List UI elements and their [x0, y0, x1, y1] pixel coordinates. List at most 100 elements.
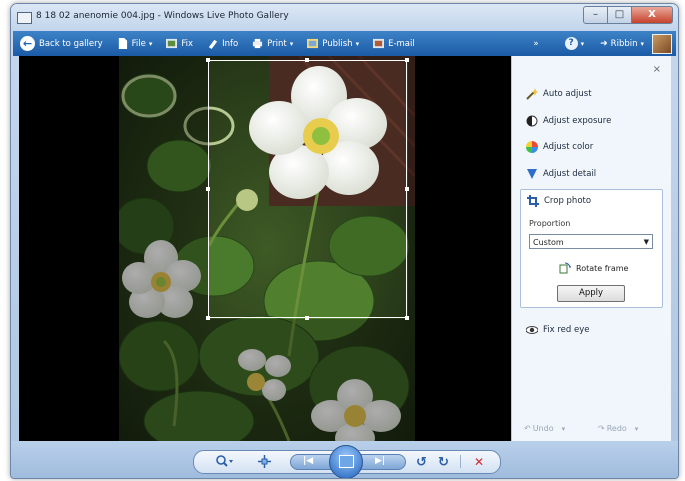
back-to-gallery-label: Back to gallery: [39, 38, 103, 49]
back-arrow-icon: ←: [20, 36, 35, 51]
rotate-clockwise-icon[interactable]: ↻: [438, 455, 449, 470]
adjust-exposure-button[interactable]: Adjust exposure: [526, 115, 611, 127]
auto-adjust-button[interactable]: Auto adjust: [526, 88, 592, 100]
crop-icon: [527, 195, 539, 207]
adjust-color-label: Adjust color: [543, 142, 594, 152]
app-icon: [17, 12, 32, 24]
delete-icon[interactable]: ✕: [474, 455, 484, 469]
publish-menu-label: Publish: [322, 38, 353, 49]
slideshow-icon: [339, 455, 354, 468]
undo-chevron-icon[interactable]: ▾: [562, 425, 566, 433]
exposure-icon: [526, 115, 538, 127]
info-icon: [208, 39, 218, 49]
sign-in-chevron-icon: ▾: [640, 39, 644, 48]
eye-icon: [526, 326, 538, 334]
close-button[interactable]: X: [631, 6, 673, 24]
file-menu[interactable]: File ▾: [117, 38, 153, 49]
apply-button[interactable]: Apply: [557, 285, 625, 302]
crop-photo-label: Crop photo: [544, 196, 592, 206]
crop-handle-left[interactable]: [206, 187, 210, 191]
adjust-color-button[interactable]: Adjust color: [526, 141, 593, 153]
playback-controls: |◀ ▶| ↺ ↻ ✕: [193, 445, 501, 478]
magic-wand-icon: [526, 88, 538, 100]
minimize-button[interactable]: –: [583, 6, 608, 24]
auto-adjust-label: Auto adjust: [543, 89, 592, 99]
toolbar-right-group: » ? ▾ ➜ Ribbin ▾: [525, 33, 676, 54]
crop-handle-top-right[interactable]: [405, 58, 409, 62]
redo-button[interactable]: ↷ Redo ▾: [598, 424, 638, 433]
main-toolbar: ← Back to gallery File ▾ Fix Info Print …: [13, 31, 676, 56]
fix-label: Fix: [181, 38, 194, 49]
next-icon[interactable]: ▶|: [375, 456, 385, 466]
help-menu[interactable]: ? ▾: [564, 37, 585, 50]
proportion-label: Proportion: [529, 219, 571, 228]
email-label: E-mail: [388, 38, 415, 49]
previous-icon[interactable]: |◀: [303, 456, 313, 466]
proportion-value: Custom: [533, 238, 564, 247]
redo-icon: ↷: [598, 424, 605, 433]
crop-frame[interactable]: [208, 60, 407, 318]
photo-canvas: [19, 56, 511, 441]
actual-size-icon[interactable]: [258, 455, 271, 471]
magnifier-icon[interactable]: [216, 455, 234, 471]
back-to-gallery-button[interactable]: ← Back to gallery: [20, 36, 103, 51]
detail-triangle-icon: [527, 169, 537, 179]
publish-menu-chevron-icon: ▾: [355, 39, 360, 48]
crop-photo-section: Crop photo Proportion Custom ▼ Rotate fr…: [520, 189, 663, 308]
crop-handle-bottom-right[interactable]: [405, 316, 409, 320]
email-icon: [373, 38, 385, 49]
chevron-down-icon: ▼: [643, 238, 649, 246]
photo-gallery-window: 8 18 02 anenomie 004.jpg - Windows Live …: [10, 3, 679, 479]
user-icon: ➜: [600, 38, 608, 49]
panel-close-button[interactable]: ×: [653, 64, 661, 75]
file-menu-label: File: [131, 38, 146, 49]
undo-label: Undo: [532, 424, 554, 433]
crop-handle-top-left[interactable]: [206, 58, 210, 62]
crop-handle-bottom[interactable]: [305, 316, 309, 320]
print-menu-label: Print: [267, 38, 287, 49]
rotate-counterclockwise-icon[interactable]: ↺: [416, 455, 427, 470]
publish-icon: [307, 38, 319, 49]
info-label: Info: [222, 38, 239, 49]
fix-button[interactable]: Fix: [166, 38, 193, 49]
photo-image: [119, 56, 415, 441]
crop-handle-top[interactable]: [305, 58, 309, 62]
avatar[interactable]: [652, 33, 672, 54]
undo-button[interactable]: ↶ Undo ▾: [524, 424, 565, 433]
info-button[interactable]: Info: [207, 38, 238, 49]
redo-chevron-icon[interactable]: ▾: [635, 425, 639, 433]
email-button[interactable]: E-mail: [373, 38, 415, 49]
publish-menu[interactable]: Publish ▾: [307, 38, 359, 49]
window-controls: – □ X: [583, 6, 673, 24]
rotate-frame-icon: [559, 262, 571, 274]
file-icon: [118, 38, 127, 49]
rotate-frame-button[interactable]: Rotate frame: [559, 262, 628, 274]
fix-icon: [166, 38, 178, 49]
file-menu-chevron-icon: ▾: [148, 39, 153, 48]
fix-red-eye-button[interactable]: Fix red eye: [526, 324, 590, 336]
more-commands-button[interactable]: »: [533, 39, 538, 49]
sign-in-label: Ribbin: [610, 38, 638, 49]
crop-handle-bottom-left[interactable]: [206, 316, 210, 320]
undo-icon: ↶: [524, 424, 531, 433]
print-menu-chevron-icon: ▾: [289, 39, 294, 48]
print-menu[interactable]: Print ▾: [252, 38, 293, 49]
proportion-select[interactable]: Custom ▼: [529, 234, 653, 249]
crop-photo-header[interactable]: Crop photo: [527, 195, 591, 207]
sign-in-menu[interactable]: ➜ Ribbin ▾: [600, 39, 644, 49]
fix-panel: × Auto adjust Adjust exposure Adjust col…: [511, 56, 671, 441]
help-icon: ?: [564, 37, 578, 50]
redo-label: Redo: [606, 424, 627, 433]
maximize-button[interactable]: □: [607, 6, 632, 24]
printer-icon: [253, 38, 263, 49]
help-menu-chevron-icon: ▾: [580, 39, 585, 48]
crop-handle-right[interactable]: [405, 187, 409, 191]
adjust-exposure-label: Adjust exposure: [543, 116, 612, 126]
toolbar-divider: [460, 455, 461, 468]
adjust-detail-button[interactable]: Adjust detail: [526, 168, 596, 180]
title-bar: 8 18 02 anenomie 004.jpg - Windows Live …: [11, 4, 678, 31]
color-wheel-icon: [526, 141, 538, 153]
slideshow-button[interactable]: [329, 445, 363, 478]
adjust-detail-label: Adjust detail: [543, 169, 597, 179]
rotate-frame-label: Rotate frame: [576, 263, 629, 273]
